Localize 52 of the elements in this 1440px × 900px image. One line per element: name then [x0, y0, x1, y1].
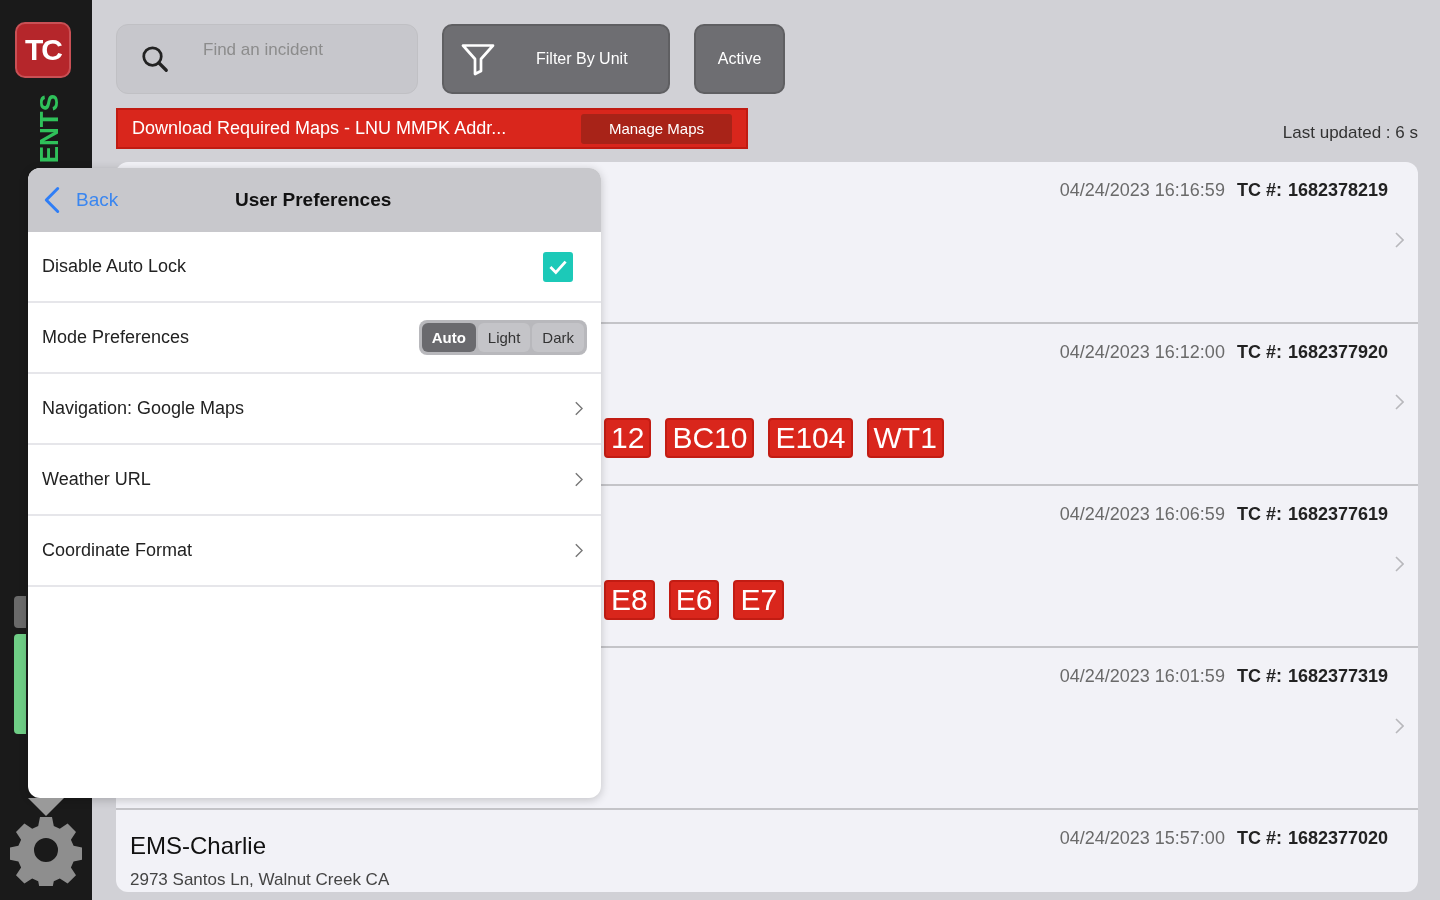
chevron-icon	[1394, 231, 1404, 249]
tc-label: TC #:	[1236, 342, 1282, 363]
incident-title: EMS-Charlie	[130, 832, 268, 860]
popover-pointer	[28, 798, 64, 816]
tc-number: 1682377619	[1287, 504, 1388, 525]
mode-option[interactable]: Dark	[532, 323, 584, 352]
chevron-icon	[574, 543, 583, 558]
tab-handle[interactable]	[14, 596, 26, 628]
incident-row[interactable]: EMS-Charlie 2973 Santos Ln, Walnut Creek CA 04/24/2023 15:57:00 TC #: 1682377020	[116, 810, 1418, 892]
chevron-icon	[1394, 393, 1404, 411]
tc-label: TC #:	[1236, 180, 1282, 201]
settings-icon[interactable]	[10, 814, 82, 886]
incident-time: 04/24/2023 15:57:00	[1059, 828, 1225, 849]
incident-time: 04/24/2023 16:06:59	[1059, 504, 1225, 525]
tc-number: 1682378219	[1287, 180, 1388, 201]
chevron-icon	[574, 472, 583, 487]
tc-number: 1682377319	[1287, 666, 1388, 687]
last-updated: Last updated : 6 s	[1282, 122, 1418, 143]
incident-time: 04/24/2023 16:12:00	[1059, 342, 1225, 363]
filter-icon	[460, 41, 496, 77]
mode-option[interactable]: Light	[477, 323, 531, 352]
checkbox[interactable]	[543, 251, 573, 282]
unit-tag: E6	[668, 580, 720, 620]
tc-label: TC #:	[1236, 828, 1282, 849]
tc-label: TC #:	[1236, 666, 1282, 687]
chevron-icon	[574, 401, 583, 416]
chevron-icon	[1394, 555, 1404, 573]
unit-tag: WT1	[866, 418, 944, 458]
tc-number: 1682377920	[1287, 342, 1388, 363]
banner-message: Download Required Maps - LNU MMPK Addr...	[132, 118, 507, 139]
tc-label: TC #:	[1236, 504, 1282, 525]
section-label: ENTS	[34, 94, 65, 164]
unit-tag: 12	[604, 418, 652, 458]
filter-button[interactable]: Filter By Unit	[442, 24, 670, 94]
status-button[interactable]: Active	[694, 24, 785, 94]
unit-tag: BC10	[665, 418, 755, 458]
tab-handle[interactable]	[14, 634, 26, 734]
unit-tag: E7	[733, 580, 785, 620]
incident-address: 2973 Santos Ln, Walnut Creek CA	[130, 870, 390, 890]
chevron-icon	[1394, 717, 1404, 735]
unit-tag: E104	[768, 418, 853, 458]
incident-time: 04/24/2023 16:16:59	[1059, 180, 1225, 201]
tc-number: 1682377020	[1287, 828, 1388, 849]
incident-time: 04/24/2023 16:01:59	[1059, 666, 1225, 687]
manage-maps-button[interactable]: Manage Maps	[580, 113, 732, 144]
search-field[interactable]: Find an incident	[116, 24, 418, 94]
mode-option[interactable]: Auto	[421, 323, 476, 352]
search-icon	[140, 44, 170, 74]
unit-tag: E8	[604, 580, 655, 620]
app-logo: TC	[15, 22, 71, 78]
back-chevron-icon	[44, 186, 60, 214]
popover-title: User Preferences	[235, 189, 392, 211]
